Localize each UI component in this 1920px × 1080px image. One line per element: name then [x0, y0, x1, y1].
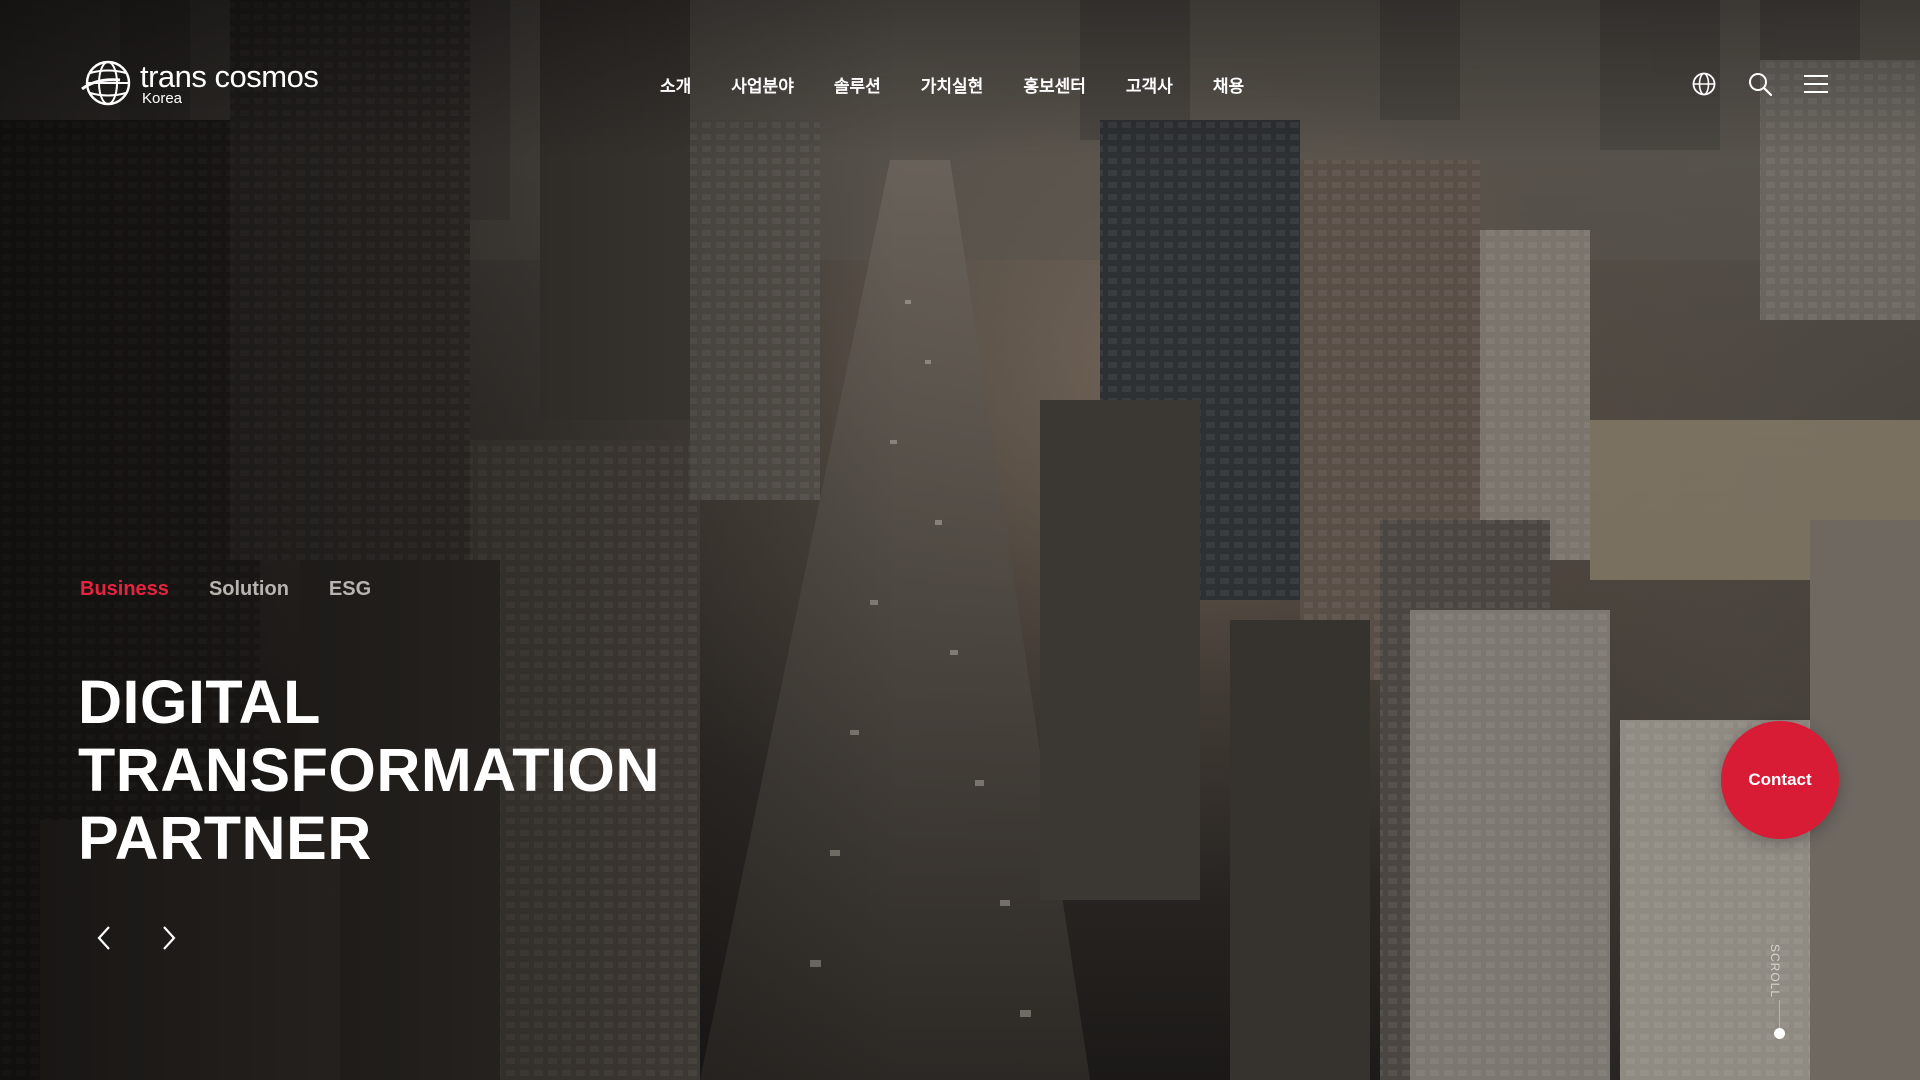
contact-button[interactable]: Contact — [1721, 721, 1839, 839]
headline-line-3: PARTNER — [78, 804, 372, 872]
brand-name: trans cosmos — [140, 58, 319, 94]
brand-logo[interactable]: trans cosmos Korea — [80, 58, 319, 108]
globe-logo-icon — [81, 60, 131, 106]
nav-item-value[interactable]: 가치실현 — [921, 72, 984, 97]
nav-item-business[interactable]: 사업분야 — [731, 72, 794, 97]
nav-item-clients[interactable]: 고객사 — [1126, 72, 1173, 97]
tab-esg[interactable]: ESG — [329, 578, 371, 601]
hero-headline: DIGITAL TRANSFORMATION PARTNER — [78, 668, 660, 872]
main-nav: 소개 사업분야 솔루션 가치실현 홍보센터 고객사 채용 — [660, 72, 1284, 97]
nav-item-careers[interactable]: 채용 — [1213, 72, 1244, 97]
slider-next-button[interactable] — [150, 920, 186, 956]
scroll-dot — [1774, 1028, 1785, 1039]
menu-icon[interactable] — [1802, 70, 1830, 98]
chevron-right-icon — [163, 926, 176, 950]
hero-section: trans cosmos Korea 소개 사업분야 솔루션 가치실현 홍보센터… — [0, 0, 1920, 1080]
city-background-image — [0, 0, 1920, 1080]
slider-prev-button[interactable] — [87, 920, 123, 956]
tab-solution[interactable]: Solution — [209, 578, 289, 601]
headline-line-1: DIGITAL — [78, 668, 321, 736]
chevron-left-icon — [97, 926, 110, 950]
hero-category-tabs: Business Solution ESG — [80, 578, 411, 601]
search-icon[interactable] — [1746, 70, 1774, 98]
header-utilities — [1690, 70, 1830, 98]
scroll-label: SCROLL — [1768, 944, 1782, 999]
nav-item-solution[interactable]: 솔루션 — [834, 72, 881, 97]
globe-icon[interactable] — [1690, 70, 1718, 98]
nav-item-intro[interactable]: 소개 — [660, 72, 691, 97]
tab-business[interactable]: Business — [80, 578, 169, 601]
headline-line-2: TRANSFORMATION — [78, 736, 660, 804]
nav-item-pr-center[interactable]: 홍보센터 — [1023, 72, 1086, 97]
